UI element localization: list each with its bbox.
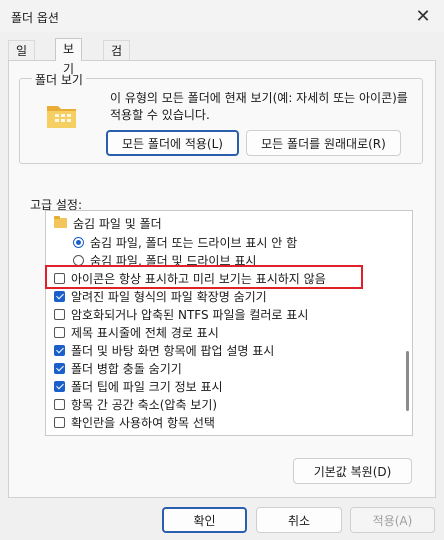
list-item-label: 숨김 파일 및 폴더 <box>73 216 162 231</box>
checkbox[interactable] <box>54 380 65 392</box>
folder-icon <box>47 106 76 128</box>
cancel-button[interactable]: 취소 <box>256 507 342 533</box>
folder-view-description: 이 유형의 모든 폴더에 현재 보기(예: 자세히 또는 아이콘)를 적용할 수… <box>110 91 408 122</box>
checkbox[interactable] <box>54 344 65 356</box>
reset-folders-button[interactable]: 모든 폴더를 원래대로(R) <box>246 130 401 156</box>
tab-view[interactable]: 보기 <box>55 38 83 76</box>
list-item-folder-tips[interactable]: 폴더 팁에 파일 크기 정보 표시 <box>54 377 399 395</box>
checkbox[interactable] <box>54 290 65 302</box>
list-item-hidden-files-folder: 숨김 파일 및 폴더 <box>54 214 399 232</box>
restore-defaults-button[interactable]: 기본값 복원(D) <box>293 458 412 484</box>
list-item-label: 확인란을 사용하여 항목 선택 <box>71 415 215 430</box>
folder-icon <box>54 216 67 228</box>
list-item-label: 폴더 팁에 파일 크기 정보 표시 <box>71 379 223 394</box>
list-item-label: 폴더 병합 충돌 숨기기 <box>71 361 182 376</box>
folder-view-title: 폴더 보기 <box>32 71 86 88</box>
checkbox[interactable] <box>54 362 65 374</box>
list-item-popup-description[interactable]: 폴더 및 바탕 화면 항목에 팝업 설명 표시 <box>54 341 399 359</box>
apply-button: 적용(A) <box>350 507 435 533</box>
list-item-label: 제목 표시줄에 전체 경로 표시 <box>71 325 219 340</box>
tab-search[interactable]: 검색 <box>103 40 131 78</box>
list-item-label: 폴더 및 바탕 화면 항목에 팝업 설명 표시 <box>71 343 275 358</box>
ok-button[interactable]: 확인 <box>162 507 247 533</box>
list-item-checkboxes[interactable]: 확인란을 사용하여 항목 선택 <box>54 413 399 431</box>
title-bar: 폴더 옵션 ✕ <box>0 0 444 32</box>
advanced-settings-list: 숨김 파일 및 폴더 숨김 파일, 폴더 또는 드라이브 표시 안 함 숨김 파… <box>45 210 413 436</box>
list-item-hide-extensions[interactable]: 알려진 파일 형식의 파일 확장명 숨기기 <box>54 287 399 305</box>
apply-to-folders-button[interactable]: 모든 폴더에 적용(L) <box>106 130 239 156</box>
list-item-label: 알려진 파일 형식의 파일 확장명 숨기기 <box>71 289 267 304</box>
list-item-radio-hide[interactable]: 숨김 파일, 폴더 또는 드라이브 표시 안 함 <box>73 233 412 251</box>
checkbox[interactable] <box>54 398 65 410</box>
list-item-label: 항목 간 공간 축소(압축 보기) <box>71 397 218 412</box>
scrollbar-thumb[interactable] <box>406 351 409 411</box>
highlight-box <box>45 265 363 289</box>
list-item-merge-conflicts[interactable]: 폴더 병합 충돌 숨기기 <box>54 359 399 377</box>
list-item-full-path[interactable]: 제목 표시줄에 전체 경로 표시 <box>54 323 399 341</box>
tab-general[interactable]: 일반 <box>8 40 36 78</box>
close-icon[interactable]: ✕ <box>408 4 438 28</box>
radio-checked[interactable] <box>73 236 84 248</box>
list-item-compact-view[interactable]: 항목 간 공간 축소(압축 보기) <box>54 395 399 413</box>
checkbox[interactable] <box>54 416 65 428</box>
list-item-label: 암호화되거나 압축된 NTFS 파일을 컬러로 표시 <box>71 307 309 322</box>
checkbox[interactable] <box>54 308 65 320</box>
list-item-label: 숨김 파일, 폴더 또는 드라이브 표시 안 함 <box>90 235 298 250</box>
radio-unchecked[interactable] <box>73 254 84 266</box>
checkbox[interactable] <box>54 326 65 338</box>
list-item-ntfs-color[interactable]: 암호화되거나 압축된 NTFS 파일을 컬러로 표시 <box>54 305 399 323</box>
window-title: 폴더 옵션 <box>11 11 59 25</box>
